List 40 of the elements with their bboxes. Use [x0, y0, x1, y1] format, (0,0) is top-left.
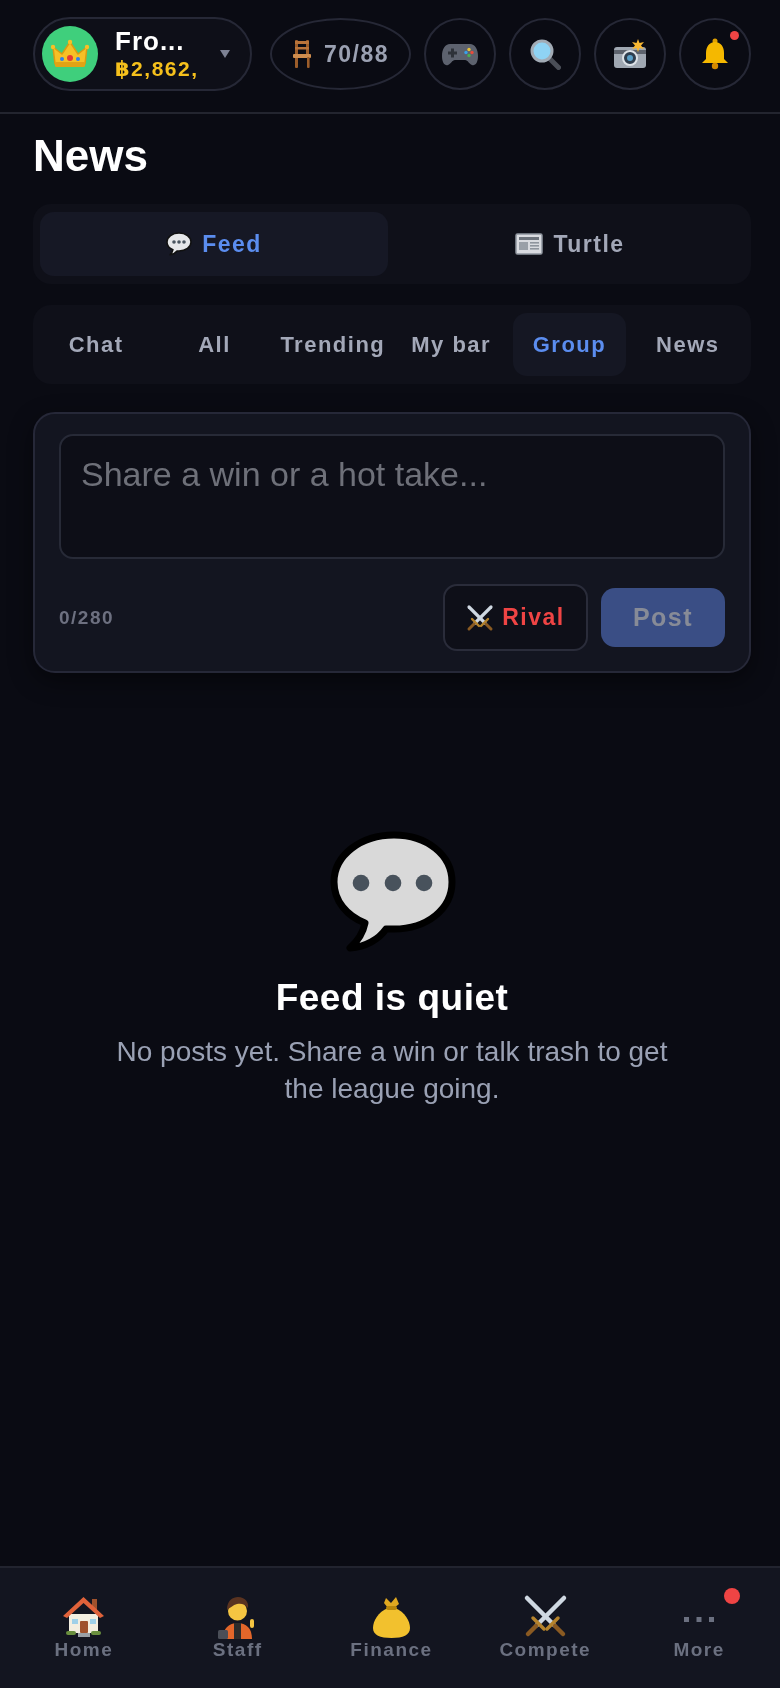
bell-icon	[700, 38, 730, 70]
crossed-swords-icon	[466, 603, 495, 632]
profile-menu-button[interactable]: Fro... ฿2,862,	[33, 17, 252, 91]
filter-tab[interactable]: All	[158, 313, 271, 376]
nav-tab[interactable]: Staff	[160, 1568, 315, 1688]
filter-tab[interactable]: Chat	[40, 313, 153, 376]
coin-balance: ฿2,862,	[115, 56, 199, 82]
newspaper-icon	[515, 232, 544, 256]
speech-bubble-icon	[328, 831, 456, 952]
empty-state-message: No posts yet. Share a win or talk trash to get the league going.	[115, 1035, 669, 1106]
camera-icon	[613, 39, 647, 69]
nav-tab[interactable]: More	[622, 1568, 776, 1688]
gamepad-icon	[442, 42, 478, 66]
more-dots-icon	[684, 1617, 715, 1622]
crown-avatar-icon	[42, 26, 98, 82]
search-icon	[529, 38, 561, 70]
user-name: Fro...	[115, 26, 186, 56]
empty-state-title: Feed is quiet	[275, 976, 509, 1020]
chair-icon	[291, 39, 312, 69]
nav-tab[interactable]: Home	[7, 1568, 161, 1688]
crossed-swords-icon	[522, 1594, 568, 1639]
filter-tab[interactable]: Trending	[276, 313, 389, 376]
page-title: News	[33, 131, 148, 181]
post-input[interactable]: Share a win or a hot take...	[59, 434, 725, 559]
search-button[interactable]	[509, 18, 581, 90]
filter-tab[interactable]: News	[631, 313, 744, 376]
seats-button[interactable]: 70/88	[270, 18, 411, 90]
filter-tab[interactable]: My bar	[395, 313, 508, 376]
character-count: 0/280	[59, 606, 115, 629]
camera-button[interactable]	[594, 18, 666, 90]
caret-icon	[220, 50, 230, 58]
view-tab[interactable]: Feed	[40, 212, 388, 276]
nav-tab[interactable]: Finance	[314, 1568, 469, 1688]
speech-bubble-icon	[166, 232, 193, 256]
nav-tab[interactable]: Compete	[468, 1568, 623, 1688]
view-tab[interactable]: Turtle	[396, 212, 744, 276]
rival-button[interactable]: Rival	[443, 584, 588, 651]
filter-tab[interactable]: Group	[513, 313, 626, 376]
gamepad-button[interactable]	[424, 18, 496, 90]
notifications-button[interactable]	[679, 18, 751, 90]
